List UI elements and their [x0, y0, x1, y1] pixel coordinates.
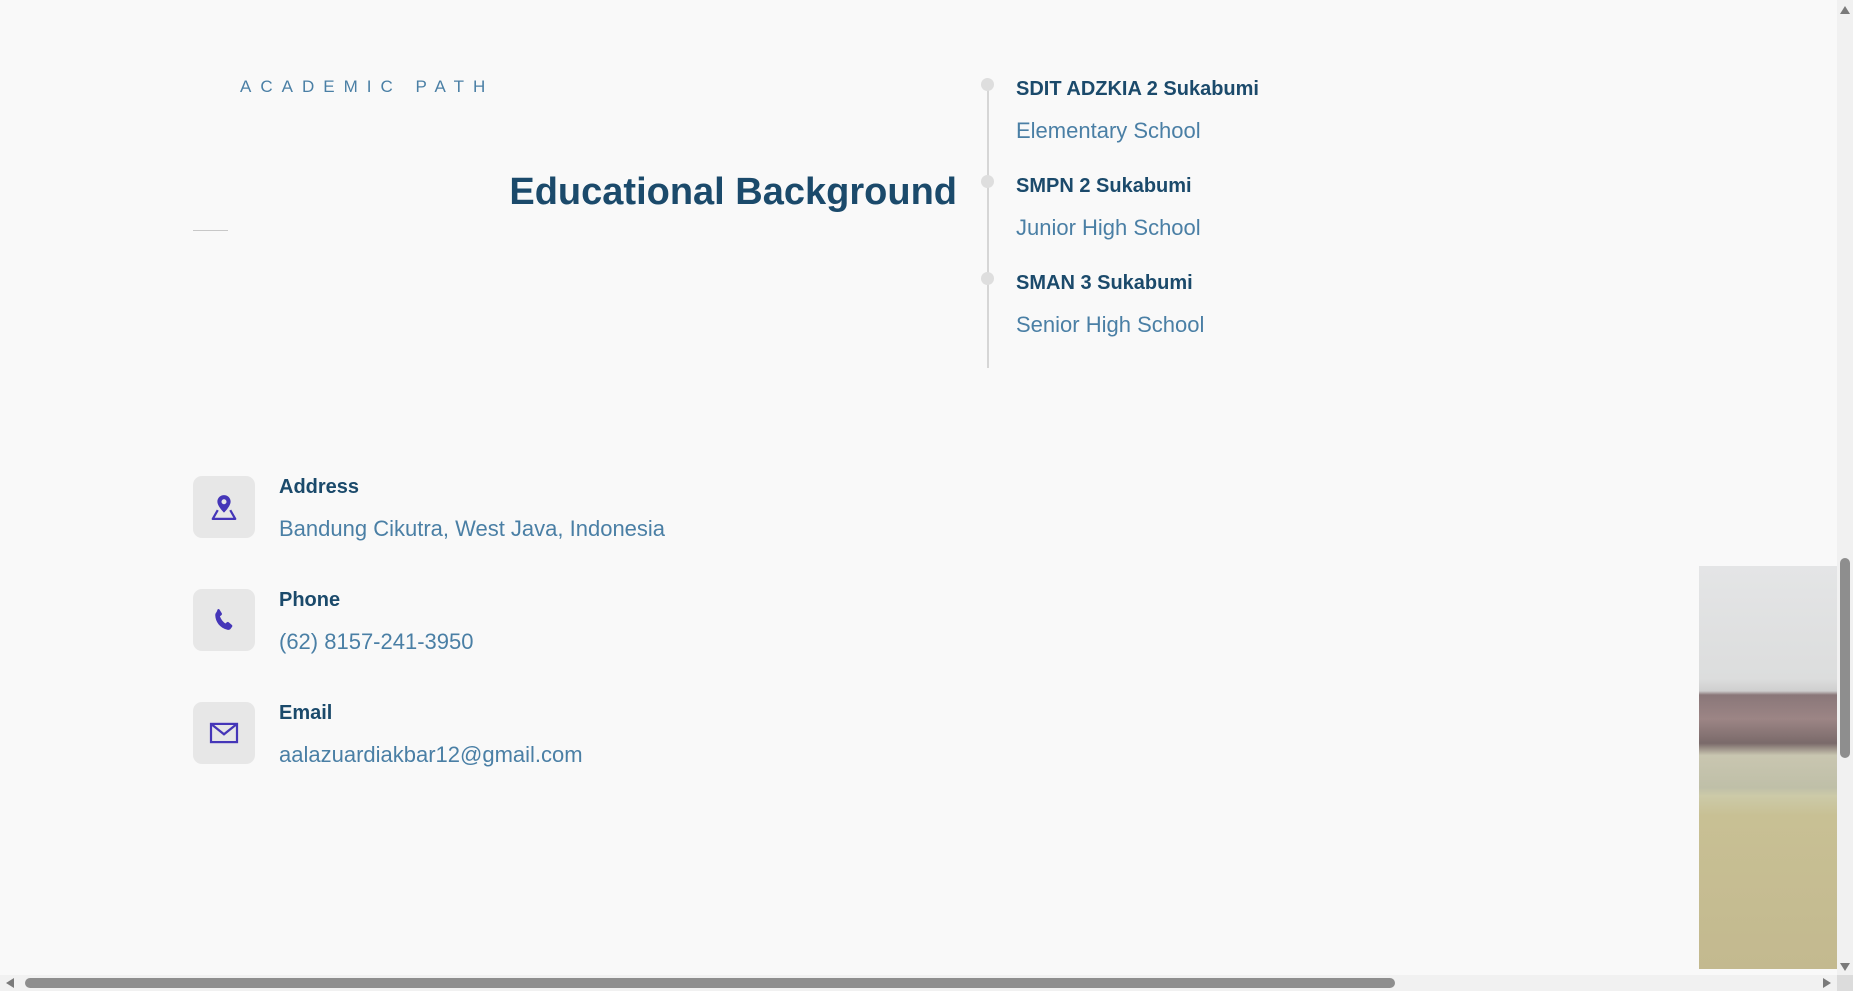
school-level: Elementary School [1016, 118, 1201, 143]
contact-text: Address Bandung Cikutra, West Java, Indo… [279, 476, 665, 542]
contact-text: Email aalazuardiakbar12@gmail.com [279, 702, 583, 768]
accent-divider [193, 230, 228, 231]
section-eyebrow: ACADEMIC PATH [240, 77, 495, 96]
school-name: SMPN 2 Sukabumi [1016, 175, 1192, 197]
scroll-down-arrow-icon[interactable] [1840, 963, 1850, 971]
timeline-item: SMPN 2 Sukabumi Junior High School [1016, 175, 1201, 241]
scrollbar-corner [1837, 975, 1853, 991]
school-name: SDIT ADZKIA 2 Sukabumi [1016, 78, 1259, 100]
timeline-dot [981, 272, 994, 285]
scroll-left-arrow-icon[interactable] [6, 978, 14, 988]
phone-value[interactable]: (62) 8157-241-3950 [279, 629, 473, 655]
scroll-right-arrow-icon[interactable] [1823, 978, 1831, 988]
timeline-item: SDIT ADZKIA 2 Sukabumi Elementary School [1016, 78, 1259, 144]
horizontal-scrollbar[interactable] [0, 975, 1837, 991]
timeline-item: SMAN 3 Sukabumi Senior High School [1016, 272, 1204, 338]
profile-photo [1699, 566, 1838, 969]
address-value: Bandung Cikutra, West Java, Indonesia [279, 516, 666, 541]
school-level: Senior High School [1016, 312, 1205, 337]
contact-label: Phone [279, 589, 341, 611]
horizontal-scroll-thumb[interactable] [25, 978, 1395, 988]
contact-label: Email [279, 702, 333, 724]
section-title: Educational Background [509, 171, 957, 213]
phone-icon [193, 589, 255, 651]
email-value[interactable]: aalazuardiakbar12@gmail.com [279, 742, 583, 768]
contact-text: Phone (62) 8157-241-3950 [279, 589, 473, 655]
school-name: SMAN 3 Sukabumi [1016, 272, 1193, 294]
vertical-scroll-thumb[interactable] [1840, 558, 1850, 758]
contact-label: Address [279, 476, 360, 498]
vertical-scrollbar[interactable] [1837, 0, 1853, 975]
timeline-dot [981, 175, 994, 188]
timeline-dot [981, 78, 994, 91]
mail-icon [193, 702, 255, 764]
school-level: Junior High School [1016, 215, 1201, 240]
timeline-line [987, 85, 989, 368]
scroll-up-arrow-icon[interactable] [1840, 6, 1850, 14]
map-pin-icon [193, 476, 255, 538]
